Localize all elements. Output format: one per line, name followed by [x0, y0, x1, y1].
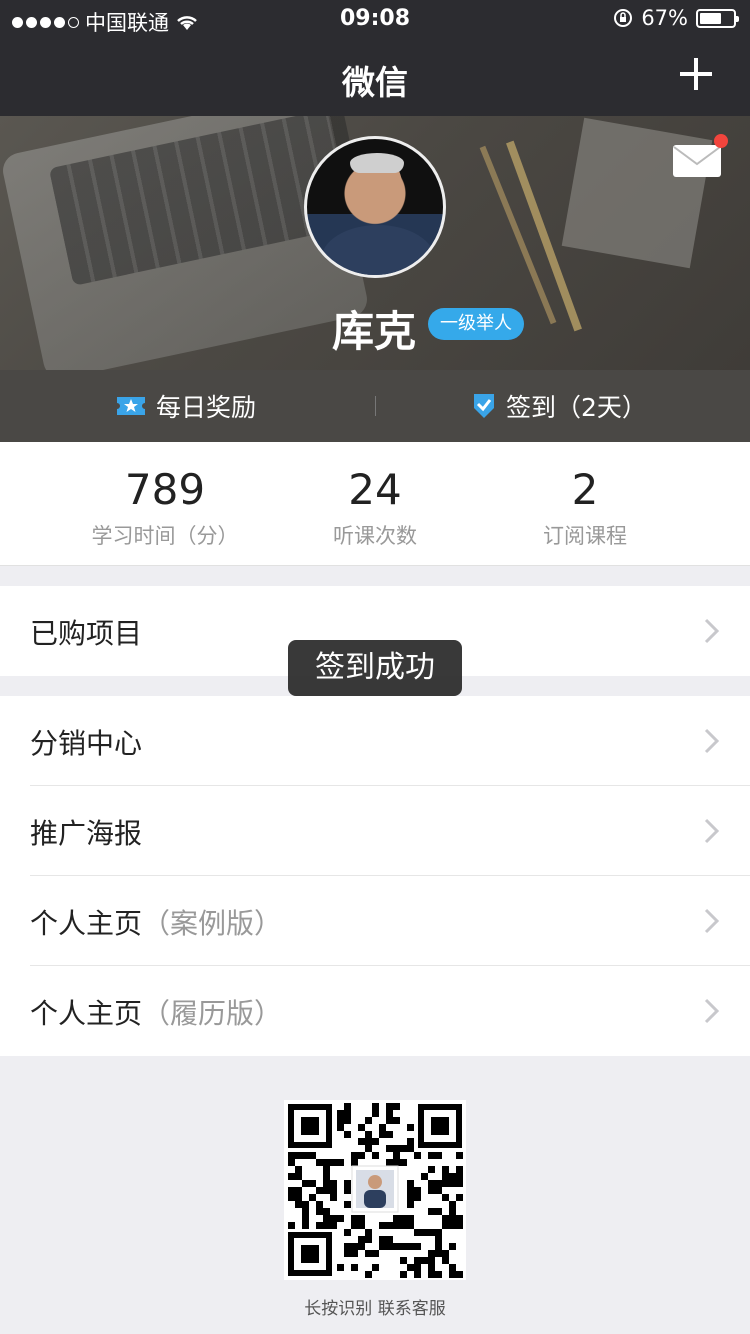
stat-label: 订阅课程: [543, 524, 627, 548]
qr-caption: 长按识别 联系客服: [304, 1299, 446, 1319]
ticket-star-icon: [117, 397, 145, 415]
toast-message: 签到成功: [288, 640, 462, 696]
avatar[interactable]: [304, 136, 446, 278]
stat-study-time[interactable]: 789 学习时间（分）: [60, 464, 270, 550]
menu-item-poster[interactable]: 推广海报: [0, 786, 750, 876]
chevron-right-icon: [704, 818, 720, 844]
navigation-bar: 微信: [0, 40, 750, 116]
stats-panel: 789 学习时间（分） 24 听课次数 2 订阅课程: [0, 442, 750, 566]
menu-item-homepage-resume[interactable]: 个人主页（履历版）: [0, 966, 750, 1056]
stat-subscriptions[interactable]: 2 订阅课程: [500, 464, 670, 550]
menu-item-distribution[interactable]: 分销中心: [0, 696, 750, 786]
stat-label: 学习时间（分）: [91, 524, 239, 548]
chevron-right-icon: [704, 998, 720, 1024]
stat-value: 2: [571, 465, 599, 514]
profile-name: 库克: [332, 307, 417, 356]
stat-label: 听课次数: [333, 524, 417, 548]
plus-icon[interactable]: [678, 56, 714, 92]
stat-value: 24: [348, 465, 402, 514]
daily-reward-label: 每日奖励: [156, 393, 257, 422]
notification-dot: [714, 134, 728, 148]
menu-item-label: 推广海报: [30, 817, 143, 850]
message-button[interactable]: [672, 134, 728, 178]
chevron-right-icon: [704, 618, 720, 644]
menu-item-label: 个人主页（履历版）: [30, 997, 283, 1030]
battery-percent: 67%: [641, 6, 688, 30]
rotation-lock-icon: [614, 9, 633, 27]
menu-item-label: 个人主页（案例版）: [30, 907, 283, 940]
menu-item-label: 分销中心: [30, 727, 143, 760]
signin-label: 签到（2天）: [506, 393, 647, 422]
stat-value: 789: [124, 465, 206, 514]
profile-header: 库克 一级举人: [0, 116, 750, 370]
qr-center-avatar: [351, 1165, 399, 1213]
reward-bar: 每日奖励 签到（2天）: [0, 370, 750, 442]
stat-lessons[interactable]: 24 听课次数: [290, 464, 460, 550]
page-title: 微信: [342, 63, 408, 102]
chevron-right-icon: [704, 908, 720, 934]
qr-code[interactable]: [284, 1100, 466, 1280]
menu-item-homepage-case[interactable]: 个人主页（案例版）: [0, 876, 750, 966]
daily-reward-button[interactable]: 每日奖励: [116, 370, 256, 442]
shield-check-icon: [474, 394, 494, 418]
envelope-icon: [673, 145, 721, 177]
chevron-right-icon: [704, 728, 720, 754]
battery-icon: [696, 8, 739, 28]
status-bar: 中国联通 09:08 67%: [0, 0, 750, 40]
divider: [375, 396, 376, 416]
level-badge: 一级举人: [428, 308, 524, 340]
signin-button[interactable]: 签到（2天）: [472, 370, 647, 442]
menu-item-label: 已购项目: [30, 617, 143, 650]
